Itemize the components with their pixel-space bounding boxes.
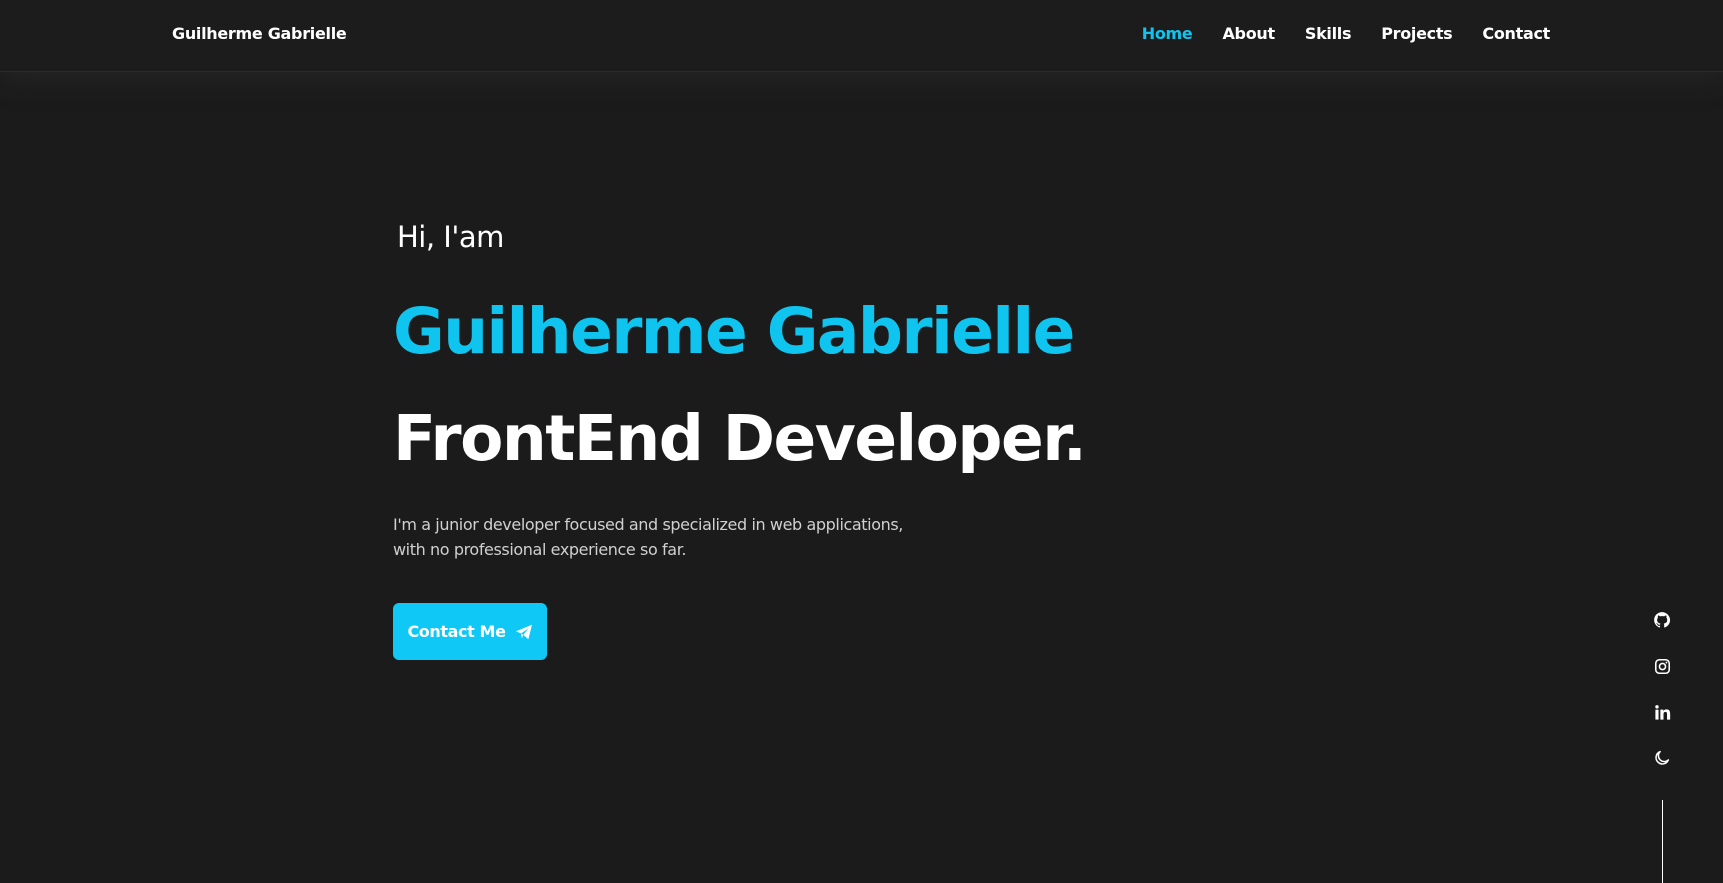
contact-me-label: Contact Me (407, 622, 506, 641)
nav-link-about[interactable]: About (1222, 24, 1275, 43)
hero-greeting: Hi, I'am (397, 220, 504, 254)
hero-description-line-1: I'm a junior developer focused and speci… (393, 515, 903, 534)
instagram-icon[interactable] (1652, 656, 1672, 676)
hero-name: Guilherme Gabrielle (393, 295, 1075, 368)
hero-description-line-2: with no professional experience so far. (393, 540, 687, 559)
github-icon[interactable] (1652, 610, 1672, 630)
hero-role: FrontEnd Developer. (393, 402, 1087, 475)
nav-link-home[interactable]: Home (1142, 24, 1193, 43)
main-nav: Home About Skills Projects Contact (1112, 24, 1551, 43)
hero-description: I'm a junior developer focused and speci… (393, 512, 953, 562)
nav-link-contact[interactable]: Contact (1482, 24, 1550, 43)
moon-icon[interactable] (1652, 748, 1672, 768)
nav-link-projects[interactable]: Projects (1381, 24, 1453, 43)
nav-link-skills[interactable]: Skills (1305, 24, 1352, 43)
site-logo[interactable]: Guilherme Gabrielle (172, 24, 347, 43)
site-header: Guilherme Gabrielle Home About Skills Pr… (0, 0, 1723, 72)
paper-plane-icon (515, 624, 533, 640)
social-divider-line (1662, 800, 1663, 883)
contact-me-button[interactable]: Contact Me (393, 603, 547, 660)
linkedin-icon[interactable] (1652, 702, 1672, 722)
